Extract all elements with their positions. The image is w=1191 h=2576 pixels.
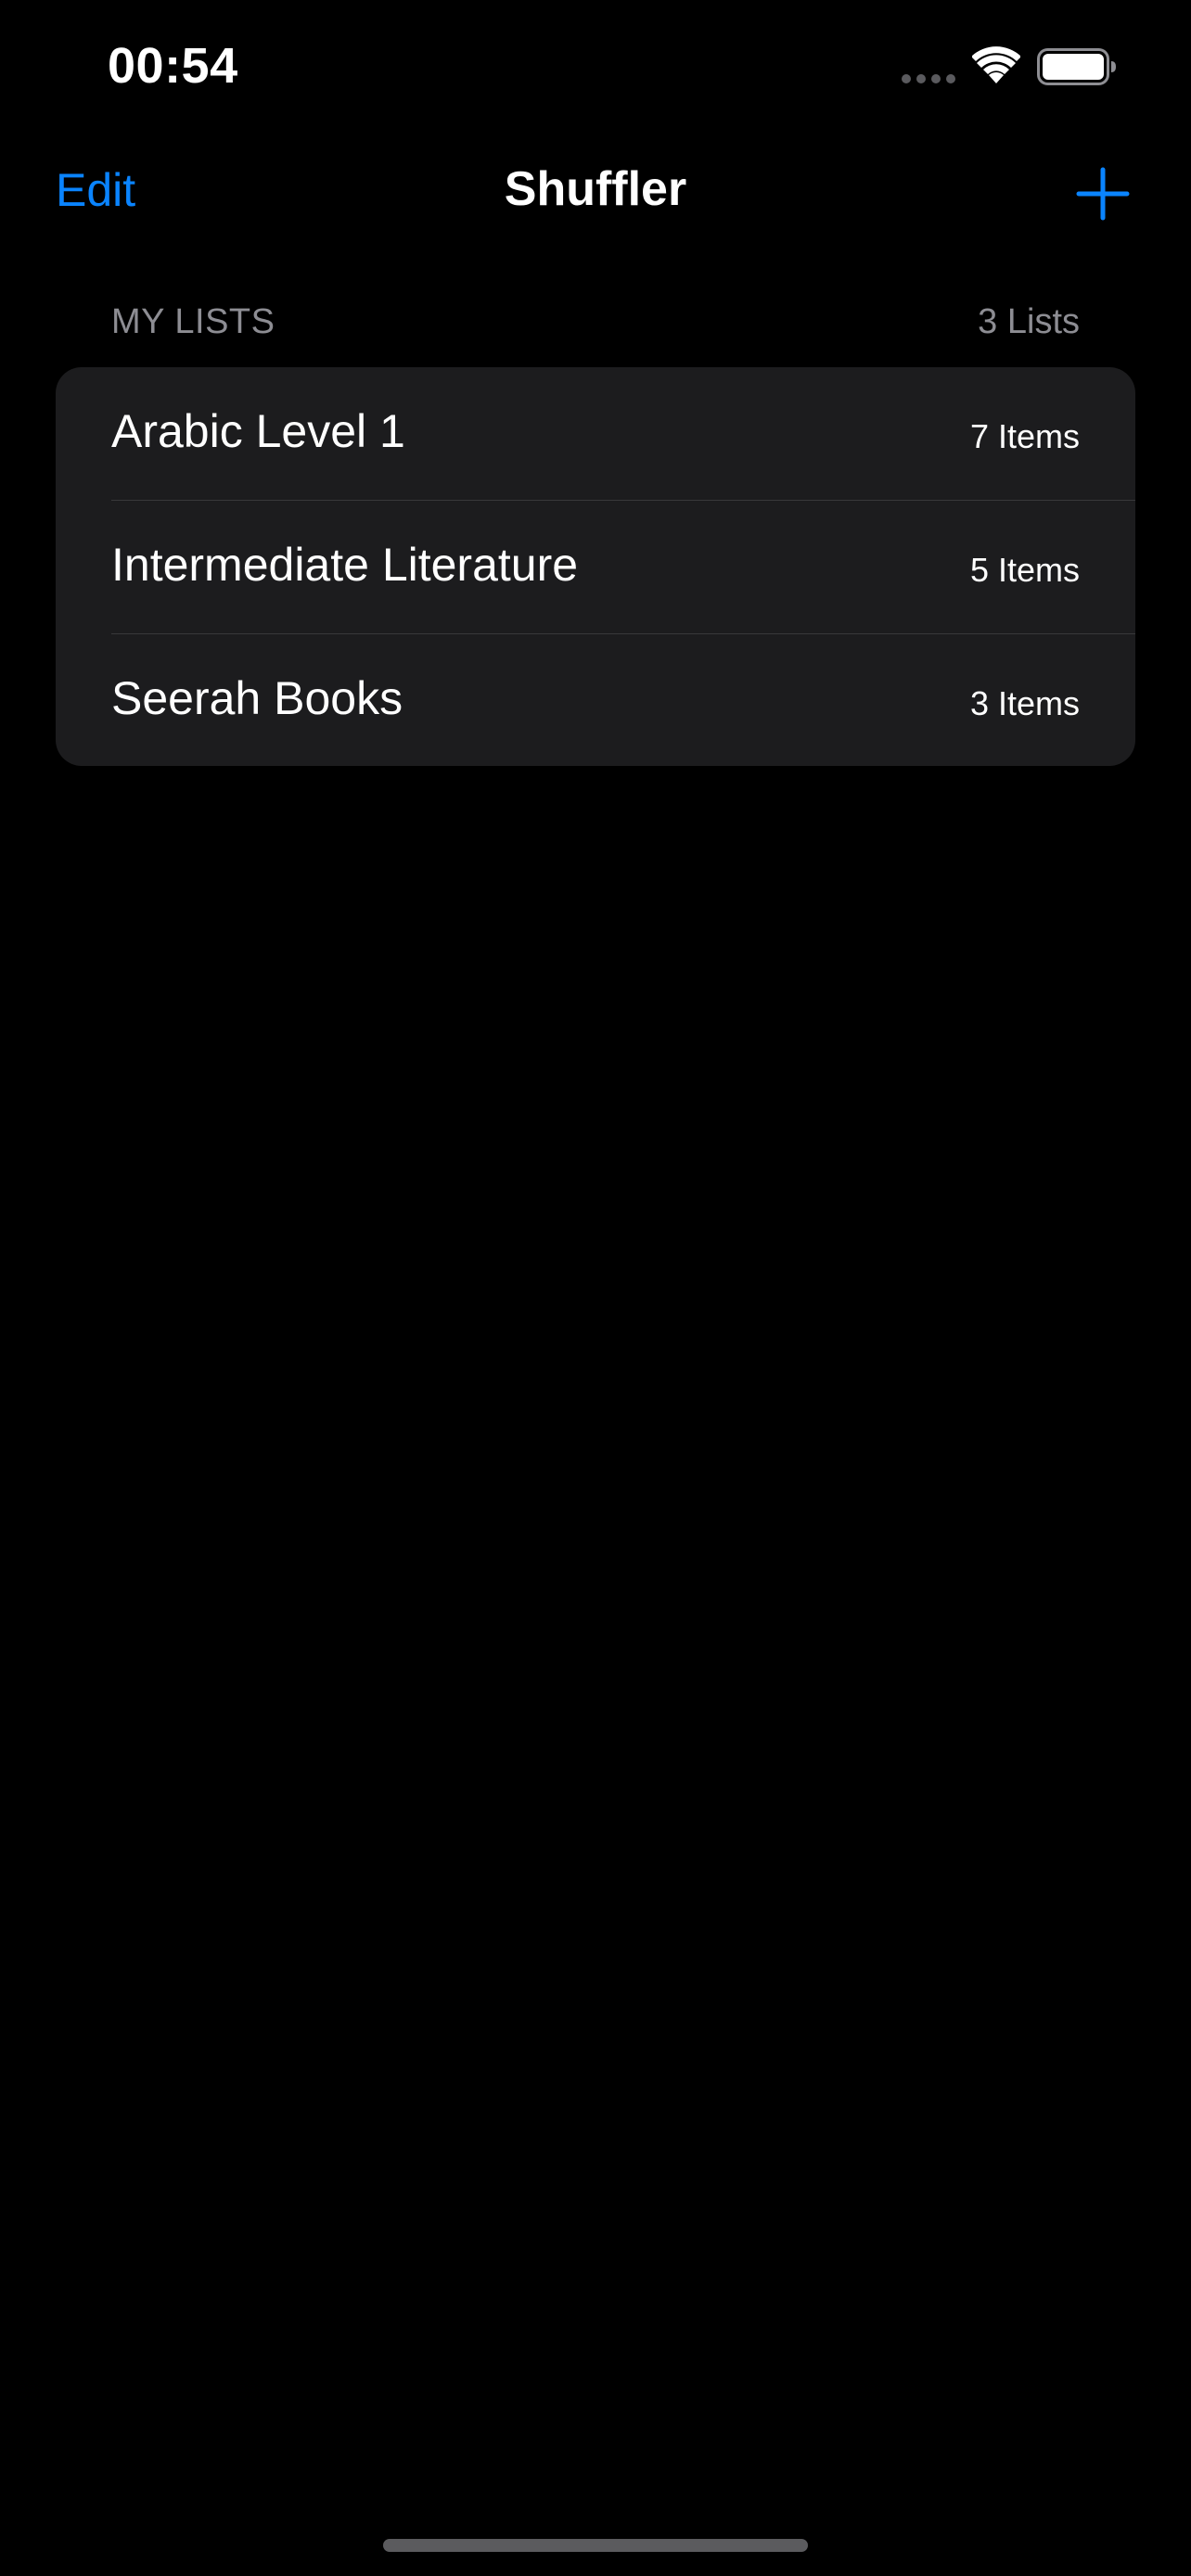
status-time: 00:54	[108, 38, 238, 94]
list-item-count: 3 Items	[969, 684, 1080, 722]
page-title: Shuffler	[504, 162, 687, 216]
wifi-icon	[972, 46, 1020, 83]
cellular-signal-icon	[902, 74, 955, 83]
list-item-name: Seerah Books	[111, 672, 403, 724]
plus-icon[interactable]	[1076, 167, 1130, 221]
section-count: 3 Lists	[978, 302, 1080, 341]
section-header: MY LISTS 3 Lists	[111, 302, 1080, 349]
list-item[interactable]: Seerah Books 3 Items	[56, 634, 1135, 766]
list-item-count: 5 Items	[969, 551, 1080, 589]
lists-card: Arabic Level 1 7 Items Intermediate Lite…	[56, 367, 1135, 766]
section-title: MY LISTS	[111, 302, 275, 341]
battery-icon	[1037, 48, 1116, 85]
list-item[interactable]: Arabic Level 1 7 Items	[56, 367, 1135, 501]
list-item-name: Intermediate Literature	[111, 539, 579, 591]
list-item-name: Arabic Level 1	[111, 405, 405, 457]
home-indicator[interactable]	[383, 2539, 808, 2552]
status-bar: 00:54	[0, 0, 1191, 139]
list-item-count: 7 Items	[969, 417, 1080, 455]
list-item[interactable]: Intermediate Literature 5 Items	[56, 501, 1135, 634]
navigation-bar: Edit Shuffler	[0, 148, 1191, 241]
